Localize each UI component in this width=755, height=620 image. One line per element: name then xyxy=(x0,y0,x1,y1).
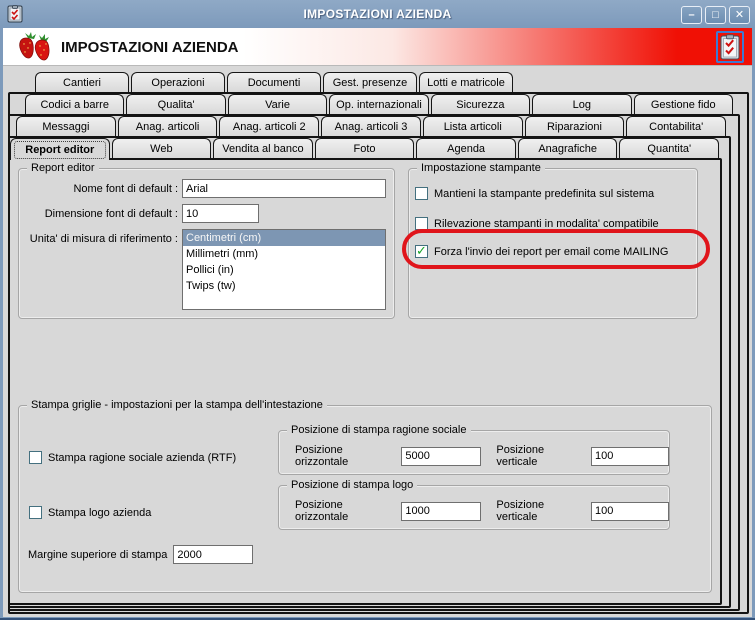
tab-row-4: Report editor Web Vendita al banco Foto … xyxy=(10,138,720,160)
tab-gestione-fido[interactable]: Gestione fido xyxy=(633,94,733,114)
company-name-position-title: Posizione di stampa ragione sociale xyxy=(287,424,471,437)
tab-foto[interactable]: Foto xyxy=(314,138,415,158)
horizontal-position-label: Posizione orizzontale xyxy=(295,444,349,468)
unit-listbox[interactable]: Centimetri (cm) Millimetri (mm) Pollici … xyxy=(182,229,386,310)
tab-report-editor[interactable]: Report editor xyxy=(10,138,110,160)
tab-messaggi[interactable]: Messaggi xyxy=(16,116,116,136)
horizontal-position-label: Posizione orizzontale xyxy=(295,499,349,523)
unit-option-pollici[interactable]: Pollici (in) xyxy=(183,262,385,278)
unit-label: Unita' di misura di riferimento : xyxy=(29,233,178,245)
confirm-checklist-button[interactable] xyxy=(716,31,744,63)
title-bar: IMPOSTAZIONI AZIENDA – □ ✕ xyxy=(0,0,755,28)
tab-vendita-al-banco[interactable]: Vendita al banco xyxy=(213,138,313,158)
tab-row-1: Cantieri Operazioni Documenti Gest. pres… xyxy=(35,72,513,92)
logo-horizontal-input[interactable] xyxy=(401,501,482,521)
tab-varie[interactable]: Varie xyxy=(227,94,328,114)
logo-vertical-input[interactable] xyxy=(591,501,669,521)
tab-qualita[interactable]: Qualita' xyxy=(126,94,226,114)
print-company-name-row: Stampa ragione sociale azienda (RTF) xyxy=(29,450,236,465)
page-title: IMPOSTAZIONI AZIENDA xyxy=(61,38,239,56)
logo-position-group: Posizione di stampa logo Posizione orizz… xyxy=(278,479,670,530)
printer-detection-row: Rilevazione stampanti in modalita' compa… xyxy=(415,216,659,231)
tab-agenda[interactable]: Agenda xyxy=(416,138,516,158)
window-title: IMPOSTAZIONI AZIENDA xyxy=(303,7,452,21)
print-logo-checkbox[interactable] xyxy=(29,506,42,519)
font-name-label: Nome font di default : xyxy=(73,183,178,195)
tab-operazioni[interactable]: Operazioni xyxy=(131,72,225,92)
grid-print-group-title: Stampa griglie - impostazioni per la sta… xyxy=(27,399,327,412)
logo-position-row: Posizione orizzontale Posizione vertical… xyxy=(295,499,669,523)
company-name-horizontal-input[interactable] xyxy=(401,446,482,466)
font-size-input[interactable] xyxy=(182,204,259,223)
keep-default-printer-checkbox[interactable] xyxy=(415,187,428,200)
force-mailing-checkbox[interactable]: ✓ xyxy=(415,242,428,258)
tab-anag-articoli[interactable]: Anag. articoli xyxy=(117,116,218,136)
vertical-position-label: Posizione verticale xyxy=(496,499,545,523)
top-margin-row: Margine superiore di stampa xyxy=(28,545,254,564)
print-logo-row: Stampa logo azienda xyxy=(29,505,151,520)
print-logo-label: Stampa logo azienda xyxy=(48,506,152,519)
tab-row-2: Codici a barre Qualita' Varie Op. intern… xyxy=(25,94,733,114)
company-name-position-group: Posizione di stampa ragione sociale Posi… xyxy=(278,424,670,475)
unit-option-centimetri[interactable]: Centimetri (cm) xyxy=(183,230,385,246)
printer-detection-checkbox[interactable] xyxy=(415,217,428,230)
unit-option-millimetri[interactable]: Millimetri (mm) xyxy=(183,246,385,262)
minimize-button[interactable]: – xyxy=(681,6,702,24)
tab-lotti-e-matricole[interactable]: Lotti e matricole xyxy=(419,72,513,92)
force-mailing-row: ✓ Forza l'invio dei report per email com… xyxy=(415,244,668,259)
close-button[interactable]: ✕ xyxy=(729,6,750,24)
logo-position-title: Posizione di stampa logo xyxy=(287,479,418,492)
print-company-name-label: Stampa ragione sociale azienda (RTF) xyxy=(48,451,237,464)
keep-default-printer-label: Mantieni la stampante predefinita sul si… xyxy=(434,187,655,200)
tab-anag-articoli-2[interactable]: Anag. articoli 2 xyxy=(219,116,320,136)
tab-quantita[interactable]: Quantita' xyxy=(619,138,720,158)
tab-page-report-editor: Report editor Nome font di default : Dim… xyxy=(8,158,722,605)
unit-option-twips[interactable]: Twips (tw) xyxy=(183,278,385,294)
report-editor-group: Report editor Nome font di default : Dim… xyxy=(18,162,395,319)
top-margin-input[interactable] xyxy=(173,545,254,564)
app-window: IMPOSTAZIONI AZIENDA – □ ✕ IMPOSTAZIONI … xyxy=(0,0,755,620)
top-margin-label: Margine superiore di stampa xyxy=(28,548,168,561)
font-name-input[interactable] xyxy=(182,179,386,198)
header-banner: IMPOSTAZIONI AZIENDA xyxy=(3,28,752,66)
maximize-button[interactable]: □ xyxy=(705,6,726,24)
tab-cantieri[interactable]: Cantieri xyxy=(35,72,129,92)
checkmark-icon: ✓ xyxy=(416,242,427,258)
printer-detection-label: Rilevazione stampanti in modalita' compa… xyxy=(434,217,659,230)
strawberry-icon xyxy=(15,31,55,63)
tab-sicurezza[interactable]: Sicurezza xyxy=(430,94,531,114)
company-name-vertical-input[interactable] xyxy=(591,446,669,466)
tab-op-internazionali[interactable]: Op. internazionali xyxy=(329,94,429,114)
printer-group-title: Impostazione stampante xyxy=(417,162,545,175)
tab-anag-articoli-3[interactable]: Anag. articoli 3 xyxy=(321,116,421,136)
tab-documenti[interactable]: Documenti xyxy=(227,72,321,92)
tab-log[interactable]: Log xyxy=(532,94,632,114)
keep-default-printer-row: Mantieni la stampante predefinita sul si… xyxy=(415,186,654,201)
company-name-position-row: Posizione orizzontale Posizione vertical… xyxy=(295,444,669,468)
tab-web[interactable]: Web xyxy=(111,138,212,158)
tab-codici-a-barre[interactable]: Codici a barre xyxy=(25,94,125,114)
tab-row-3: Messaggi Anag. articoli Anag. articoli 2… xyxy=(16,116,727,136)
report-editor-group-title: Report editor xyxy=(27,162,99,175)
window-clipboard-icon xyxy=(7,5,24,23)
print-company-name-checkbox[interactable] xyxy=(29,451,42,464)
tab-contabilita[interactable]: Contabilita' xyxy=(626,116,727,136)
tab-lista-articoli[interactable]: Lista articoli xyxy=(422,116,523,136)
tab-anagrafiche[interactable]: Anagrafiche xyxy=(517,138,618,158)
grid-print-group: Stampa griglie - impostazioni per la sta… xyxy=(18,399,712,593)
printer-settings-group: Impostazione stampante Mantieni la stamp… xyxy=(408,162,698,319)
font-size-label: Dimensione font di default : xyxy=(44,208,178,220)
tab-riparazioni[interactable]: Riparazioni xyxy=(524,116,625,136)
vertical-position-label: Posizione verticale xyxy=(496,444,545,468)
tab-gest-presenze[interactable]: Gest. presenze xyxy=(323,72,417,92)
force-mailing-label: Forza l'invio dei report per email come … xyxy=(434,245,669,258)
